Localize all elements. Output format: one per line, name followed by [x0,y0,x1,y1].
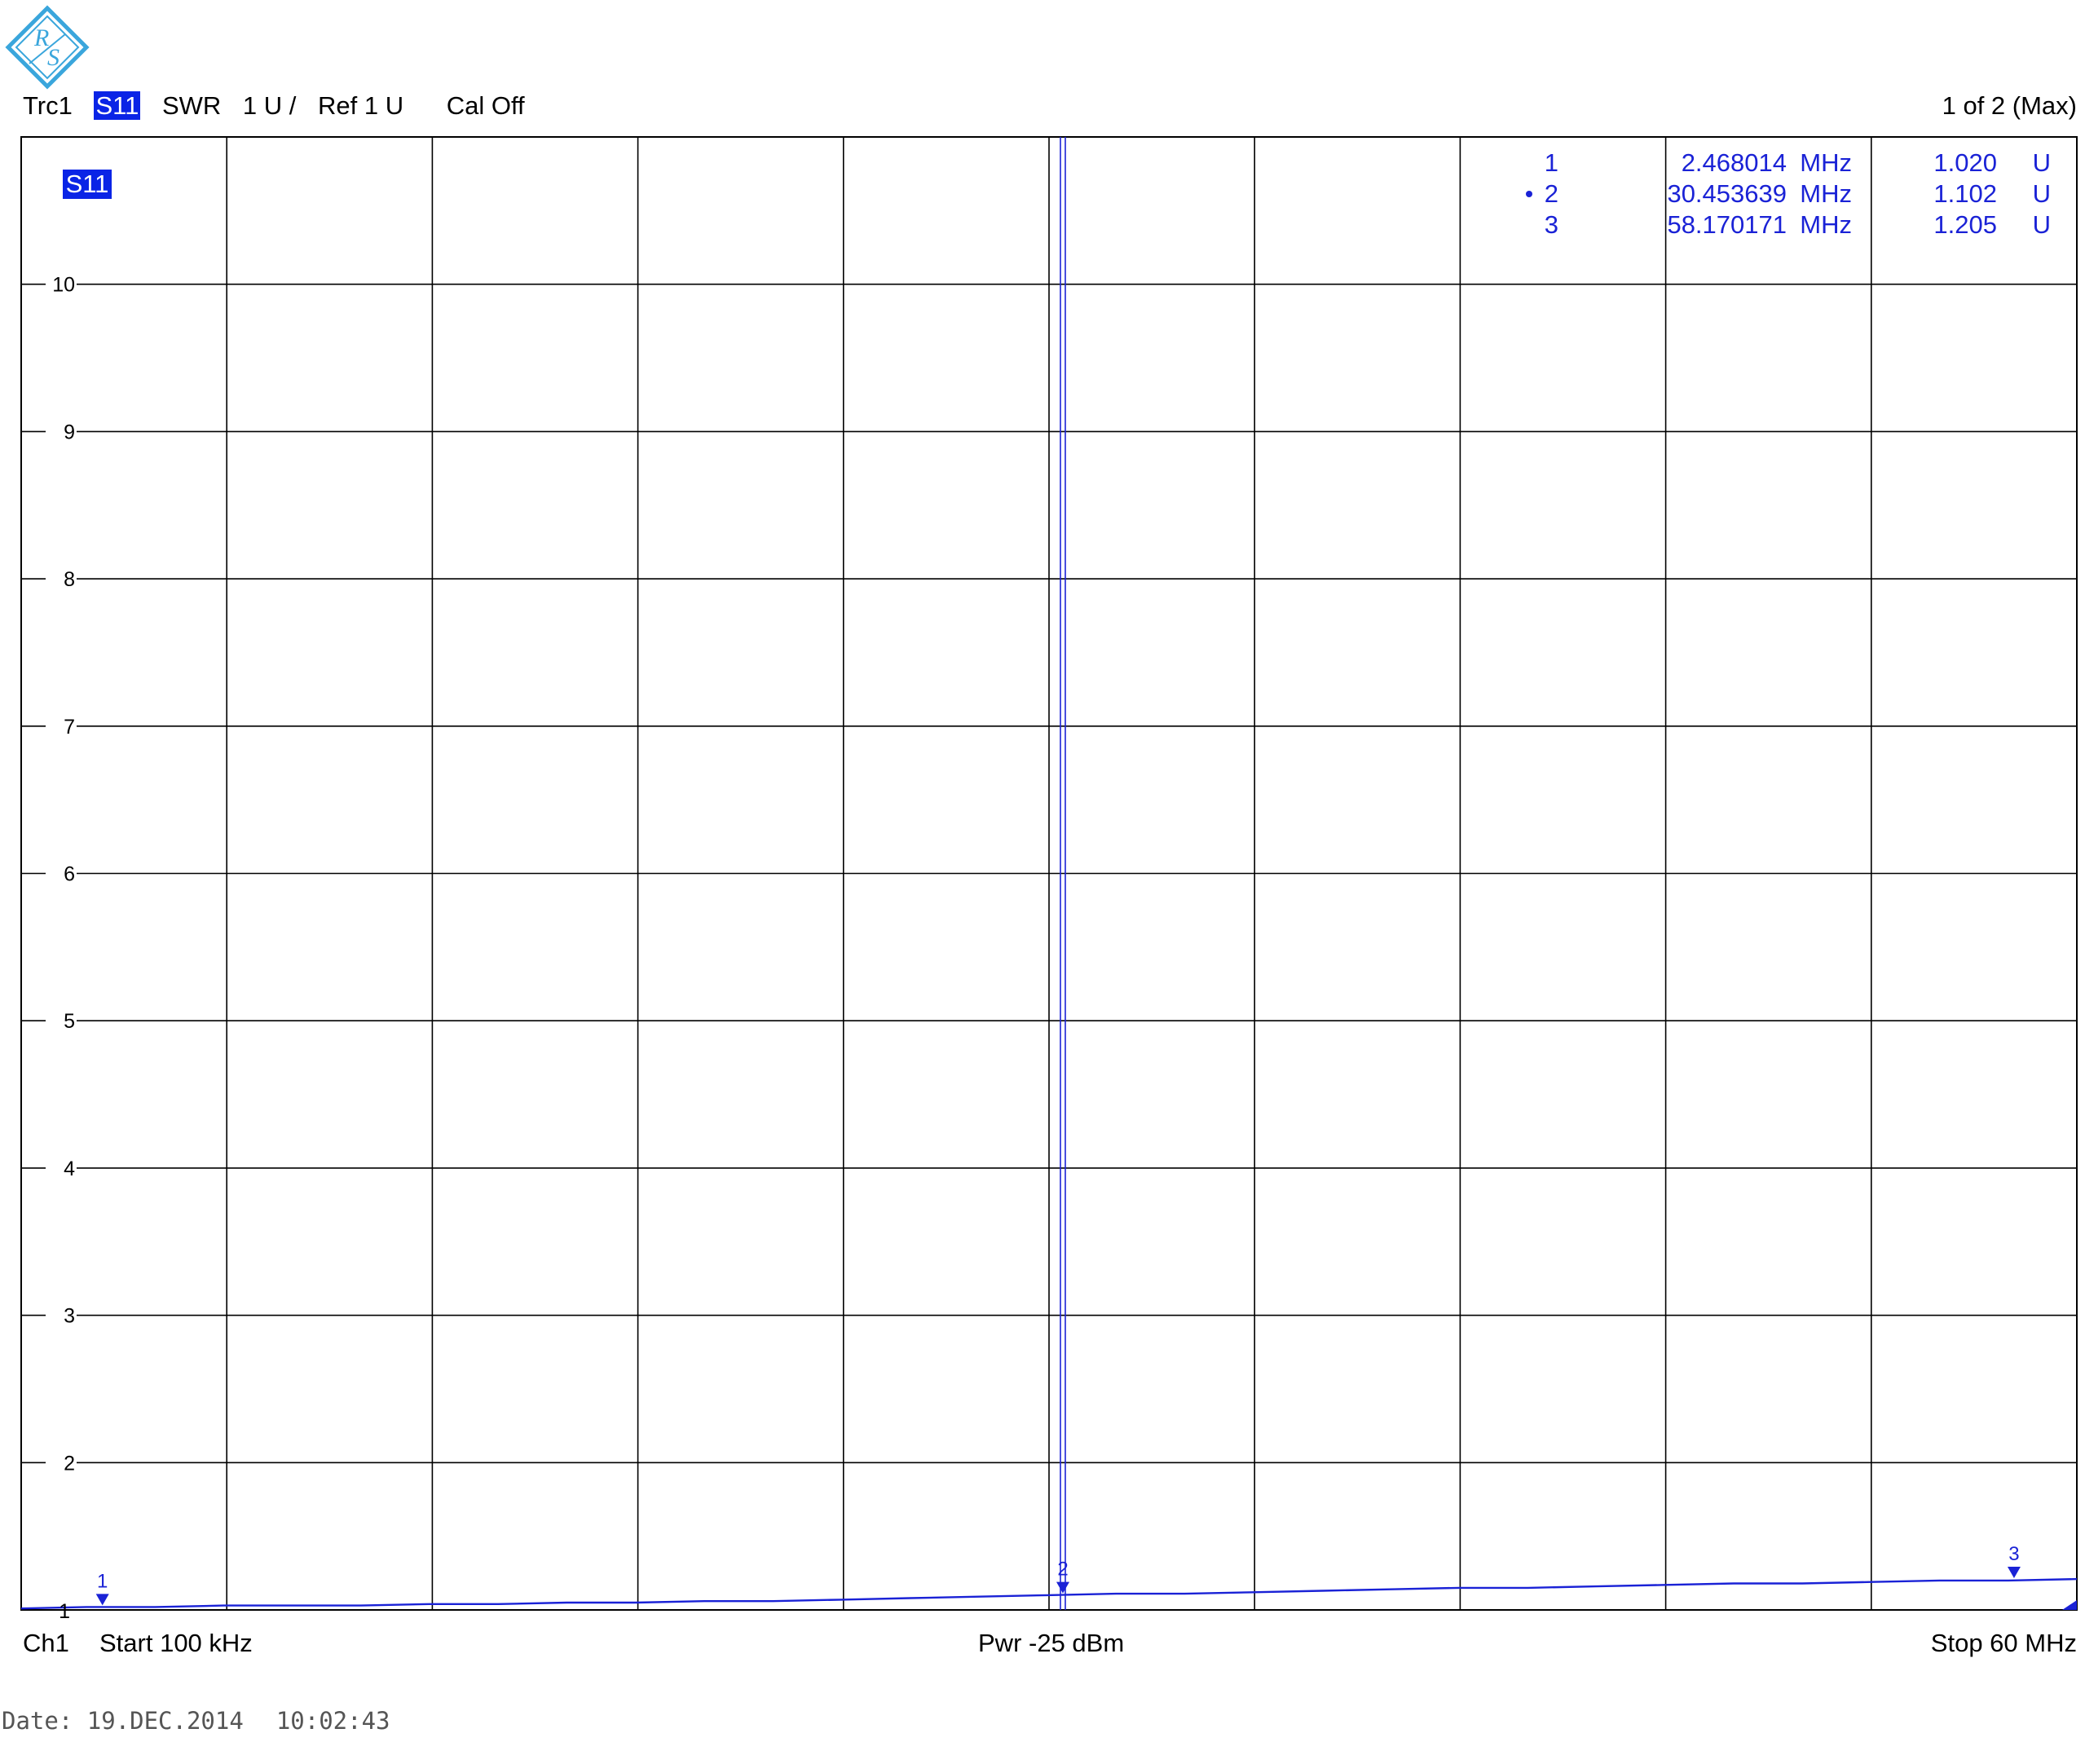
y-tick-label: 4 [64,1158,75,1180]
marker-table-value-unit: U [2033,179,2051,208]
trace-badge-label: S11 [66,170,109,198]
y-tick-label: 5 [64,1010,75,1033]
marker-table-freq: 58.170171 [1667,210,1787,239]
trace-end-indicator [2062,1600,2077,1610]
marker-table-value: 1.102 [1933,179,1997,208]
marker-table-id: 1 [1545,148,1558,177]
marker-3[interactable]: 3 [2007,1543,2021,1578]
channel-label[interactable]: Ch1 [23,1630,69,1656]
y-tick-label: 8 [64,568,75,591]
marker-triangle [1056,1581,1069,1594]
marker-table-freq: 2.468014 [1682,148,1787,177]
y-tick-label: 2 [64,1452,75,1475]
swr-chart: 123 23456789101S111 2.468014 MHz 1.020 U2 30.… [20,136,2078,1623]
marker-table-id: 2 [1545,179,1558,208]
marker-table-value: 1.205 [1933,210,1997,239]
marker-table-value-unit: U [2033,148,2051,177]
marker-id-label: 1 [97,1570,108,1592]
y-tick-label: 6 [64,863,75,886]
marker-1[interactable]: 1 [95,1570,109,1606]
marker-id-label: 3 [2008,1543,2019,1565]
y-tick-label: 9 [64,421,75,443]
date-stamp: Date: 19.DEC.2014 10:02:43 [2,1709,390,1733]
marker-table-freq-unit: MHz [1800,179,1852,208]
date-label: Date: 19.DEC.2014 [2,1707,244,1735]
marker-table-value: 1.020 [1933,148,1997,177]
marker-table-row[interactable]: 2 30.453639 MHz 1.102 U [1526,179,2051,208]
marker-id-label: 2 [1057,1559,1068,1581]
y-tick-label: 3 [64,1305,75,1328]
active-marker-dot [1526,191,1532,197]
y-tick-label: 7 [64,716,75,739]
marker-triangle [95,1594,109,1606]
time-label: 10:02:43 [276,1707,390,1735]
marker-table-value-unit: U [2033,210,2051,239]
y-bottom-label: 1 [59,1600,70,1623]
marker-triangle [2007,1566,2021,1578]
marker-table-row[interactable]: 1 2.468014 MHz 1.020 U [1545,148,2051,177]
power-label[interactable]: Pwr -25 dBm [978,1630,1124,1656]
trace-badge[interactable]: S11 [63,170,112,199]
start-frequency-label[interactable]: Start 100 kHz [99,1630,253,1656]
stop-frequency-label[interactable]: Stop 60 MHz [1931,1630,2077,1656]
marker-table-id: 3 [1545,210,1558,239]
marker-table-freq-unit: MHz [1800,210,1852,239]
marker-table-freq-unit: MHz [1800,148,1852,177]
marker-table-row[interactable]: 3 58.170171 MHz 1.205 U [1545,210,2051,239]
y-tick-label: 10 [52,274,75,297]
marker-table-freq: 30.453639 [1667,179,1787,208]
